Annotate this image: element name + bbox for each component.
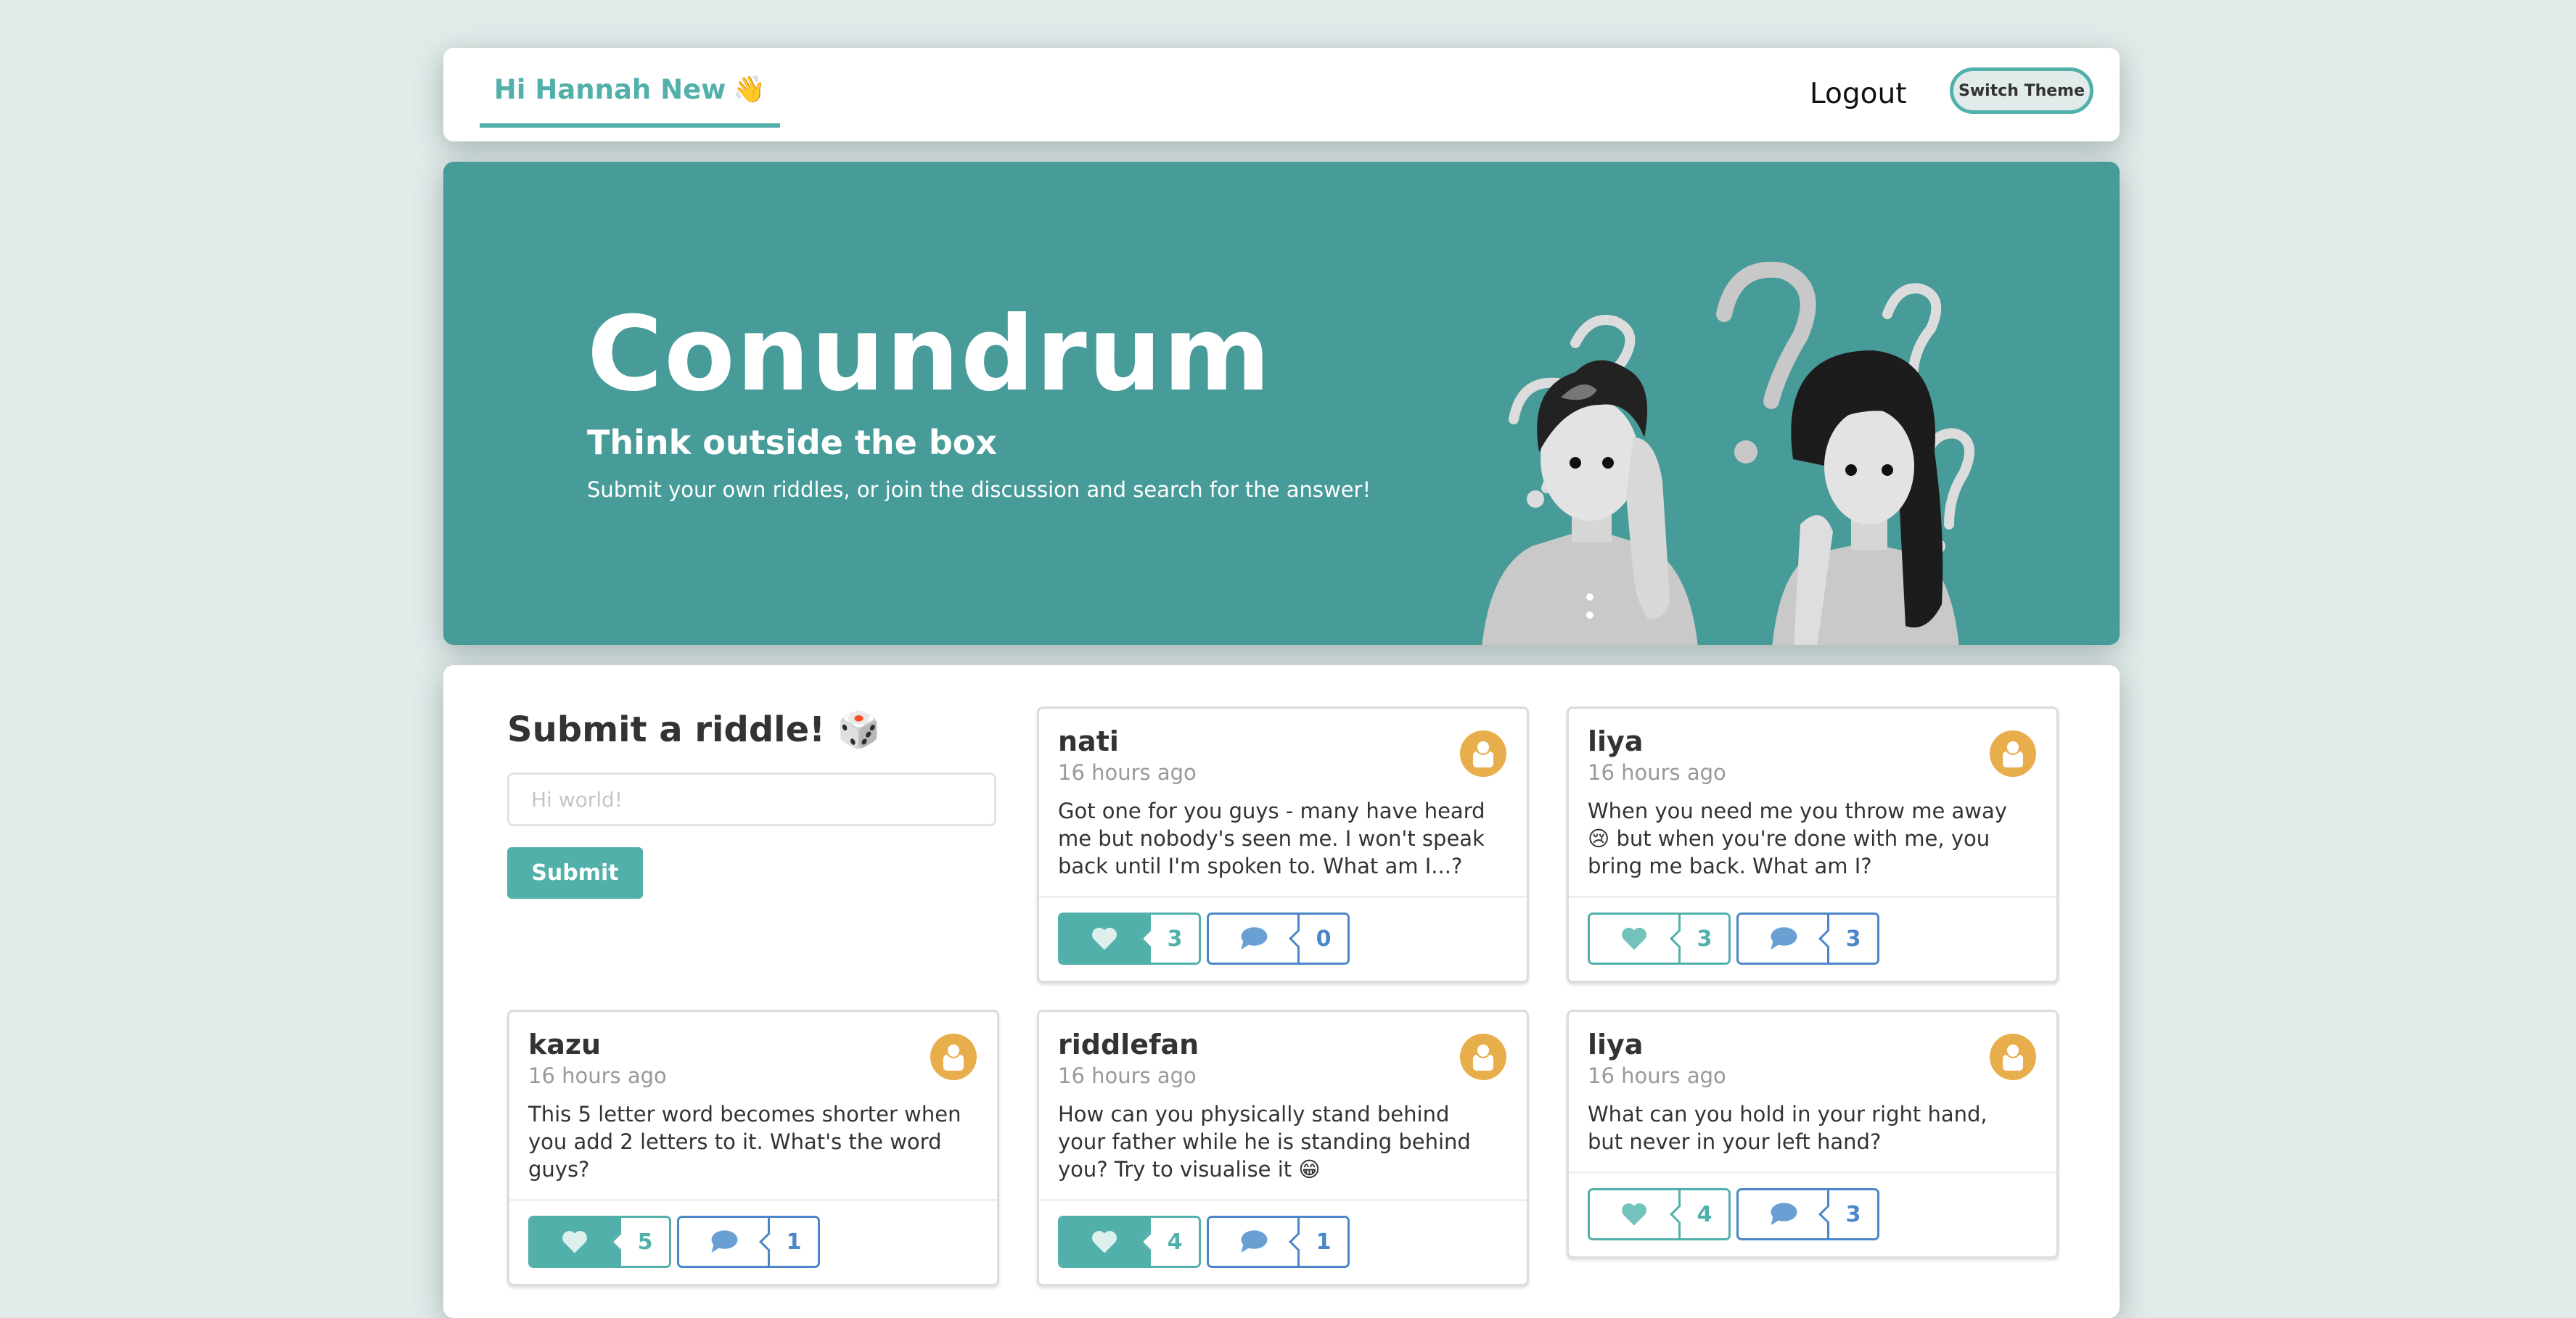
comment-icon-area[interactable] (1739, 1190, 1827, 1238)
riddle-card-body: kazu 16 hours ago This 5 letter word bec… (509, 1012, 997, 1199)
like-count: 4 (1149, 1218, 1199, 1266)
like-icon-area[interactable] (530, 1218, 619, 1266)
hero-title: Conundrum (587, 295, 1272, 414)
comment-button[interactable]: 1 (1207, 1216, 1350, 1268)
comment-icon-area[interactable] (1209, 1218, 1297, 1266)
like-button[interactable]: 3 (1058, 913, 1201, 965)
comment-count: 3 (1827, 915, 1877, 963)
riddle-card-actions: 4 1 (1039, 1199, 1527, 1284)
user-icon (1473, 1043, 1493, 1071)
comment-bubble-icon (1771, 927, 1797, 950)
avatar (1460, 1034, 1506, 1080)
submit-riddle-heading: Submit a riddle! 🎲 (507, 709, 881, 750)
comment-count: 1 (768, 1218, 818, 1266)
riddle-card-body: liya 16 hours ago What can you hold in y… (1569, 1012, 2056, 1171)
comment-icon-area[interactable] (1209, 915, 1297, 963)
avatar (930, 1034, 977, 1080)
riddle-timestamp: 16 hours ago (1588, 1063, 1726, 1088)
riddle-card: kazu 16 hours ago This 5 letter word bec… (507, 1010, 999, 1286)
comment-count: 3 (1827, 1190, 1877, 1238)
like-button[interactable]: 5 (528, 1216, 671, 1268)
submit-riddle-title: Submit a riddle! (507, 709, 826, 750)
hero-illustration (1482, 261, 1974, 645)
waving-hand-icon: 👋 (733, 75, 766, 104)
riddle-text: This 5 letter word becomes shorter when … (528, 1102, 961, 1182)
riddle-card-actions: 3 0 (1039, 896, 1527, 981)
riddle-card-actions: 3 3 (1569, 896, 2056, 981)
user-icon (943, 1043, 964, 1071)
avatar (1990, 1034, 2036, 1080)
comment-count: 0 (1297, 915, 1348, 963)
riddle-text: How can you physically stand behind your… (1058, 1102, 1471, 1182)
riddle-author[interactable]: riddlefan (1058, 1028, 1508, 1061)
comment-bubble-icon (1771, 1203, 1797, 1225)
riddle-author[interactable]: kazu (528, 1028, 978, 1061)
navbar: Hi Hannah New 👋 Logout Switch Theme (443, 48, 2120, 141)
like-icon-area[interactable] (1060, 915, 1149, 963)
like-button[interactable]: 4 (1058, 1216, 1201, 1268)
riddle-input[interactable] (507, 773, 996, 826)
like-icon-area[interactable] (1060, 1218, 1149, 1266)
riddle-timestamp: 16 hours ago (1058, 1063, 1197, 1088)
hero-description: Submit your own riddles, or join the dis… (587, 477, 1371, 502)
riddle-card: nati 16 hours ago Got one for you guys -… (1037, 707, 1529, 983)
riddle-timestamp: 16 hours ago (528, 1063, 667, 1088)
question-mark-icon (1716, 261, 1816, 409)
riddle-card-body: riddlefan 16 hours ago How can you physi… (1039, 1012, 1527, 1199)
user-icon (2003, 1043, 2023, 1071)
like-button[interactable]: 4 (1588, 1188, 1731, 1240)
riddle-card-body: liya 16 hours ago When you need me you t… (1569, 709, 2056, 896)
heart-icon (1092, 927, 1117, 950)
hero-subtitle: Think outside the box (587, 423, 998, 462)
like-count: 3 (1678, 915, 1728, 963)
heart-icon (562, 1230, 587, 1253)
heart-icon (1622, 1203, 1646, 1226)
main-content: Submit a riddle! 🎲 Submit nati 16 hours … (443, 665, 2120, 1318)
avatar (1460, 730, 1506, 777)
riddle-author[interactable]: liya (1588, 725, 2038, 758)
comment-bubble-icon (1241, 927, 1268, 950)
switch-theme-button[interactable]: Switch Theme (1950, 67, 2093, 114)
riddle-card-actions: 4 3 (1569, 1171, 2056, 1256)
like-button[interactable]: 3 (1588, 913, 1731, 965)
riddle-timestamp: 16 hours ago (1058, 760, 1197, 785)
logout-link[interactable]: Logout (1810, 70, 1907, 118)
comment-bubble-icon (711, 1230, 738, 1253)
riddle-card: liya 16 hours ago When you need me you t… (1567, 707, 2059, 983)
user-icon (1473, 740, 1493, 767)
hero-banner: Conundrum Think outside the box Submit y… (443, 162, 2120, 645)
user-icon (2003, 740, 2023, 767)
riddle-card-actions: 5 1 (509, 1199, 997, 1284)
greeting-text: Hi Hannah New (493, 73, 726, 105)
comment-button[interactable]: 1 (677, 1216, 820, 1268)
avatar (1990, 730, 2036, 777)
comment-bubble-icon (1241, 1230, 1268, 1253)
comment-icon-area[interactable] (679, 1218, 768, 1266)
greeting-link[interactable]: Hi Hannah New 👋 (480, 48, 780, 128)
comment-button[interactable]: 0 (1207, 913, 1350, 965)
riddle-author[interactable]: nati (1058, 725, 1508, 758)
dice-icon: 🎲 (837, 709, 881, 750)
comment-count: 1 (1297, 1218, 1348, 1266)
like-count: 3 (1149, 915, 1199, 963)
comment-icon-area[interactable] (1739, 915, 1827, 963)
riddle-card: riddlefan 16 hours ago How can you physi… (1037, 1010, 1529, 1286)
riddle-timestamp: 16 hours ago (1588, 760, 1726, 785)
comment-button[interactable]: 3 (1736, 913, 1879, 965)
submit-button[interactable]: Submit (507, 847, 643, 899)
heart-icon (1092, 1230, 1117, 1253)
comment-button[interactable]: 3 (1736, 1188, 1879, 1240)
like-icon-area[interactable] (1590, 915, 1678, 963)
riddle-text: When you need me you throw me away 😢 but… (1588, 799, 2007, 878)
riddle-author[interactable]: liya (1588, 1028, 2038, 1061)
like-count: 5 (619, 1218, 669, 1266)
riddle-text: Got one for you guys - many have heard m… (1058, 799, 1485, 878)
riddle-text: What can you hold in your right hand, bu… (1588, 1102, 1988, 1154)
riddle-card: liya 16 hours ago What can you hold in y… (1567, 1010, 2059, 1259)
like-count: 4 (1678, 1190, 1728, 1238)
heart-icon (1622, 927, 1646, 950)
riddle-card-body: nati 16 hours ago Got one for you guys -… (1039, 709, 1527, 896)
like-icon-area[interactable] (1590, 1190, 1678, 1238)
